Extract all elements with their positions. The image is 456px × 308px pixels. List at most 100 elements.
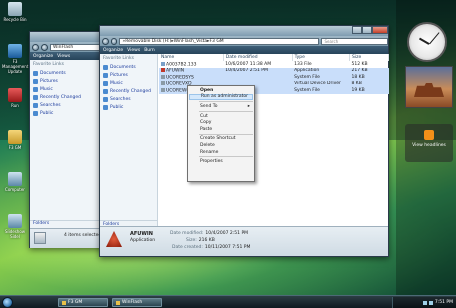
volume-icon[interactable] bbox=[428, 300, 433, 305]
nav-label: Music bbox=[110, 80, 123, 86]
desktop-icon-recycle-bin[interactable]: Recycle Bin bbox=[2, 2, 28, 22]
address-field[interactable]: » Removable Disk (H:) ▸ WinFlash_Vista ▸… bbox=[119, 37, 320, 45]
nav-label: Pictures bbox=[110, 72, 128, 78]
menu-item-properties[interactable]: Properties bbox=[189, 158, 253, 165]
back-nav-icon[interactable] bbox=[102, 37, 109, 45]
nav-item-pictures[interactable]: Pictures bbox=[100, 71, 157, 79]
menu-separator bbox=[199, 156, 253, 158]
nav-label: Recently Changed bbox=[40, 94, 81, 100]
nav-label: Searches bbox=[40, 102, 61, 108]
desktop-icon-run[interactable]: Run bbox=[2, 88, 28, 108]
search-icon bbox=[103, 96, 108, 102]
menu-item-delete[interactable]: Delete bbox=[189, 142, 253, 149]
folder-icon bbox=[8, 130, 22, 144]
search-input[interactable]: Search bbox=[321, 37, 388, 45]
maximize-button[interactable] bbox=[362, 26, 372, 34]
breadcrumb-f3-gm[interactable]: F3 GM bbox=[209, 39, 223, 44]
folders-label: Folders bbox=[33, 221, 50, 226]
details-file-kind: Application bbox=[130, 238, 156, 243]
menu-item-send-to[interactable]: Send To ▸ bbox=[189, 103, 253, 110]
afuwin-app-icon bbox=[106, 231, 122, 247]
organize-button[interactable]: Organize bbox=[33, 54, 53, 59]
minimize-button[interactable] bbox=[352, 26, 362, 34]
slideshow-gadget[interactable] bbox=[405, 66, 453, 108]
file-icon bbox=[161, 61, 165, 66]
desktop-icon-label: Run bbox=[11, 103, 19, 108]
nav-item-documents[interactable]: Documents bbox=[100, 63, 157, 71]
nav-item-documents[interactable]: Documents bbox=[30, 69, 99, 77]
close-button[interactable] bbox=[372, 26, 388, 34]
menu-separator bbox=[199, 101, 253, 103]
start-button[interactable] bbox=[2, 297, 13, 308]
nav-label: Public bbox=[40, 110, 54, 116]
desktop-icon-f3-gm[interactable]: F3 GM bbox=[2, 130, 28, 150]
column-name[interactable]: Name bbox=[159, 54, 224, 61]
window-controls bbox=[352, 26, 388, 34]
feed-headlines-gadget[interactable]: View headlines bbox=[405, 124, 453, 162]
clock-gadget[interactable] bbox=[407, 22, 447, 62]
system-file-icon bbox=[161, 74, 165, 79]
details-value: 216 KB bbox=[198, 238, 215, 243]
nav-item-music[interactable]: Music bbox=[30, 85, 99, 93]
taskbar-label: WinFlash bbox=[122, 300, 143, 305]
front-window-titlebar[interactable] bbox=[100, 26, 388, 36]
desktop-icon-slideshow[interactable]: Slideshow Sidel bbox=[2, 214, 28, 239]
nav-item-pictures[interactable]: Pictures bbox=[30, 77, 99, 85]
menu-label: Delete bbox=[200, 142, 215, 148]
burn-button[interactable]: Burn bbox=[144, 48, 155, 53]
menu-label: Rename bbox=[200, 149, 219, 155]
nav-label: Public bbox=[110, 104, 124, 110]
menu-item-run-as-administrator[interactable]: Run as administrator bbox=[189, 93, 253, 101]
breadcrumb-removable-disk[interactable]: Removable Disk (H:) bbox=[125, 39, 171, 44]
views-button[interactable]: Views bbox=[127, 48, 140, 53]
details-date-modified: Date modified: 10/4/2007 2:51 PM bbox=[170, 231, 248, 236]
menu-item-create-shortcut[interactable]: Create Shortcut bbox=[189, 136, 253, 143]
menu-label: Create Shortcut bbox=[200, 136, 236, 142]
taskbar-button-f3-gm[interactable]: F3 GM bbox=[58, 298, 108, 307]
column-type[interactable]: Type bbox=[292, 54, 350, 61]
taskbar-clock[interactable]: 7:51 PM bbox=[435, 300, 453, 305]
multi-file-icon bbox=[34, 232, 46, 244]
desktop-icon-f3-update[interactable]: F3 Management Update bbox=[2, 44, 28, 74]
search-icon bbox=[33, 102, 38, 108]
nav-item-searches[interactable]: Searches bbox=[100, 95, 157, 103]
menu-item-rename[interactable]: Rename bbox=[189, 149, 253, 156]
views-button[interactable]: Views bbox=[57, 54, 70, 59]
documents-icon bbox=[33, 70, 38, 76]
menu-item-cut[interactable]: Cut bbox=[189, 113, 253, 120]
details-label: Date modified: bbox=[170, 231, 204, 236]
taskbar-button-winflash[interactable]: WinFlash bbox=[112, 298, 162, 307]
computer-icon bbox=[8, 172, 22, 186]
nav-item-searches[interactable]: Searches bbox=[30, 101, 99, 109]
file-name: AFUWIN bbox=[166, 68, 185, 74]
recent-icon bbox=[103, 88, 108, 94]
nav-item-music[interactable]: Music bbox=[100, 79, 157, 87]
back-nav-icon[interactable] bbox=[32, 43, 39, 51]
organize-button[interactable]: Organize bbox=[103, 48, 123, 53]
menu-label: Send To bbox=[200, 103, 218, 109]
menu-item-copy[interactable]: Copy bbox=[189, 119, 253, 126]
nav-item-public[interactable]: Public bbox=[100, 103, 157, 111]
menu-item-open[interactable]: Open bbox=[189, 87, 253, 94]
nav-item-recently-changed[interactable]: Recently Changed bbox=[100, 87, 157, 95]
column-size[interactable]: Size bbox=[349, 54, 389, 61]
nav-item-recently-changed[interactable]: Recently Changed bbox=[30, 93, 99, 101]
details-label: Size: bbox=[186, 238, 197, 243]
breadcrumb-winflash-vista[interactable]: WinFlash_Vista bbox=[174, 39, 208, 44]
details-size: Size: 216 KB bbox=[186, 238, 215, 243]
nav-item-public[interactable]: Public bbox=[30, 109, 99, 117]
column-date-modified[interactable]: Date modified bbox=[223, 54, 293, 61]
public-icon bbox=[103, 104, 108, 110]
menu-label: Properties bbox=[200, 159, 223, 165]
network-icon[interactable] bbox=[422, 300, 427, 305]
file-type: Virtual Device Driver bbox=[292, 80, 350, 87]
menu-label: Open bbox=[200, 87, 214, 93]
context-menu: Open Run as administrator Send To ▸ Cut C… bbox=[187, 85, 255, 182]
forward-nav-icon[interactable] bbox=[110, 37, 118, 45]
desktop-icon-computer[interactable]: Computer bbox=[2, 172, 28, 192]
address-text: WinFlash bbox=[53, 44, 74, 50]
menu-item-paste[interactable]: Paste bbox=[189, 126, 253, 133]
desktop-icon-label: Recycle Bin bbox=[3, 17, 27, 22]
submenu-arrow-icon: ▸ bbox=[247, 103, 250, 109]
forward-nav-icon[interactable] bbox=[41, 43, 48, 51]
